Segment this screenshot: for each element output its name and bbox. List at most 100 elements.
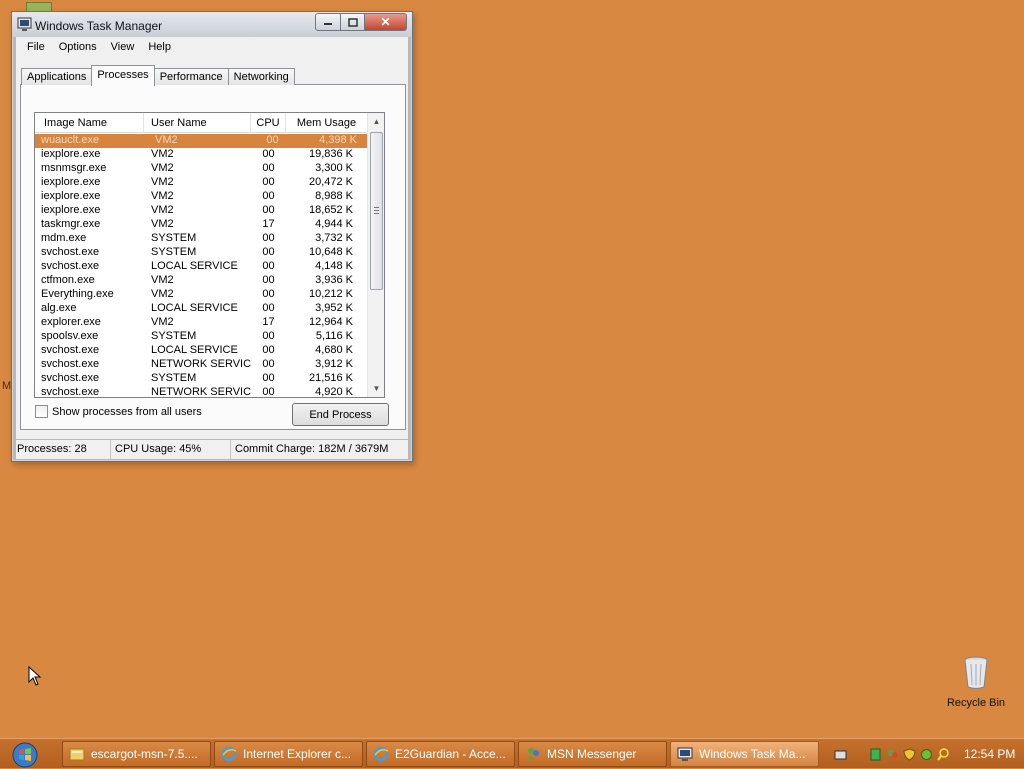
security-icon[interactable] — [920, 748, 933, 761]
tab-networking[interactable]: Networking — [227, 68, 295, 85]
table-row[interactable]: mdm.exe SYSTEM 00 3,732 K — [35, 232, 368, 246]
cell-user-name: VM2 — [151, 162, 174, 174]
show-all-users-option[interactable]: Show processes from all users — [35, 405, 202, 418]
end-process-button[interactable]: End Process — [292, 403, 389, 426]
cell-cpu: 00 — [262, 176, 275, 188]
cell-image-name: mdm.exe — [41, 232, 87, 244]
cell-cpu: 00 — [262, 302, 275, 314]
cell-user-name: SYSTEM — [151, 372, 197, 384]
menu-bar: File Options View Help — [16, 37, 408, 57]
column-mem-usage[interactable]: Mem Usage — [286, 113, 368, 133]
cell-mem-usage: 4,680 K — [315, 344, 353, 356]
taskbar-button-label: Windows Task Ma... — [699, 747, 806, 761]
tab-performance[interactable]: Performance — [153, 68, 229, 85]
table-row[interactable]: iexplore.exe VM2 00 19,836 K — [35, 148, 368, 162]
table-row[interactable]: iexplore.exe VM2 00 20,472 K — [35, 176, 368, 190]
cell-mem-usage: 4,944 K — [315, 218, 353, 230]
table-row[interactable]: svchost.exe NETWORK SERVICE 00 4,920 K — [35, 386, 368, 398]
cell-cpu: 00 — [266, 134, 279, 146]
vertical-scrollbar[interactable]: ▲ ▼ — [367, 113, 384, 397]
taskbar: escargot-msn-7.5.... Internet Explorer c… — [0, 738, 1024, 768]
taskbar-button-internet-explorer[interactable]: Internet Explorer c... — [214, 741, 363, 767]
cell-image-name: svchost.exe — [41, 260, 100, 272]
column-cpu[interactable]: CPU — [251, 113, 286, 133]
table-row[interactable]: msnmsgr.exe VM2 00 3,300 K — [35, 162, 368, 176]
cell-image-name: svchost.exe — [41, 358, 100, 370]
scroll-down-icon[interactable]: ▼ — [368, 380, 384, 397]
table-row[interactable]: svchost.exe SYSTEM 00 21,516 K — [35, 372, 368, 386]
cell-image-name: svchost.exe — [41, 386, 100, 398]
cell-cpu: 00 — [262, 190, 275, 202]
mouse-cursor-icon — [28, 666, 42, 686]
search-icon[interactable] — [937, 747, 950, 761]
cell-user-name: LOCAL SERVICE — [151, 260, 238, 272]
cell-user-name: VM2 — [151, 288, 174, 300]
cell-mem-usage: 4,398 K — [319, 134, 357, 146]
cell-user-name: SYSTEM — [151, 232, 197, 244]
tab-strip: Applications Processes Performance Netwo… — [21, 65, 295, 86]
table-row[interactable]: iexplore.exe VM2 00 8,988 K — [35, 190, 368, 204]
recycle-bin[interactable]: Recycle Bin — [943, 656, 1009, 709]
status-cpu-usage: CPU Usage: 45% — [111, 440, 231, 459]
start-button-icon[interactable] — [10, 741, 40, 769]
table-row[interactable]: Everything.exe VM2 00 10,212 K — [35, 288, 368, 302]
menu-options[interactable]: Options — [52, 41, 104, 53]
menu-view[interactable]: View — [104, 41, 142, 53]
table-row[interactable]: taskmgr.exe VM2 17 4,944 K — [35, 218, 368, 232]
clock[interactable]: 12:54 PM — [964, 747, 1015, 761]
network-icon[interactable] — [869, 748, 882, 761]
cell-image-name: taskmgr.exe — [41, 218, 101, 230]
scroll-up-icon[interactable]: ▲ — [368, 113, 384, 130]
table-row[interactable]: svchost.exe LOCAL SERVICE 00 4,148 K — [35, 260, 368, 274]
maximize-button[interactable] — [341, 13, 365, 31]
close-button[interactable]: ✕ — [365, 13, 407, 31]
menu-help[interactable]: Help — [141, 41, 178, 53]
taskbar-button-task-manager[interactable]: Windows Task Ma... — [670, 741, 819, 767]
table-row[interactable]: svchost.exe SYSTEM 00 10,648 K — [35, 246, 368, 260]
cell-image-name: iexplore.exe — [41, 204, 101, 216]
cell-cpu: 00 — [262, 386, 275, 398]
taskbar-button-e2guardian[interactable]: E2Guardian - Acce... — [366, 741, 515, 767]
cell-mem-usage: 21,516 K — [308, 372, 353, 384]
process-rows: wuauclt.exe VM2 00 4,398 K iexplore.exe VM2 00… — [35, 134, 368, 398]
table-row[interactable]: explorer.exe VM2 17 12,964 K — [35, 316, 368, 330]
cell-mem-usage: 19,836 K — [308, 148, 353, 160]
cell-image-name: spoolsv.exe — [41, 330, 99, 342]
tab-applications[interactable]: Applications — [21, 68, 93, 85]
taskbar-button-escargot[interactable]: escargot-msn-7.5.... — [62, 741, 211, 767]
cell-cpu: 00 — [262, 232, 275, 244]
window-title: Windows Task Manager — [35, 19, 163, 33]
cell-cpu: 00 — [262, 246, 275, 258]
column-user-name[interactable]: User Name — [144, 113, 251, 133]
minimize-icon — [324, 23, 332, 25]
cell-user-name: VM2 — [155, 134, 178, 146]
table-row[interactable]: svchost.exe NETWORK SERVICE 00 3,912 K — [35, 358, 368, 372]
recycle-bin-label: Recycle Bin — [946, 697, 1006, 709]
minimize-button[interactable] — [315, 13, 341, 31]
table-row[interactable]: wuauclt.exe VM2 00 4,398 K — [35, 134, 368, 148]
cell-image-name: Everything.exe — [41, 288, 114, 300]
column-image-name[interactable]: Image Name — [35, 113, 144, 133]
table-row[interactable]: svchost.exe LOCAL SERVICE 00 4,680 K — [35, 344, 368, 358]
table-row[interactable]: ctfmon.exe VM2 00 3,936 K — [35, 274, 368, 288]
show-all-users-checkbox[interactable] — [35, 405, 48, 418]
taskbar-button-msn-messenger[interactable]: MSN Messenger — [518, 741, 667, 767]
cell-cpu: 17 — [262, 316, 275, 328]
cell-mem-usage: 8,988 K — [315, 190, 353, 202]
title-bar[interactable]: Windows Task Manager ✕ — [12, 12, 412, 37]
table-row[interactable]: iexplore.exe VM2 00 18,652 K — [35, 204, 368, 218]
shield-icon[interactable] — [903, 747, 916, 761]
scroll-thumb[interactable] — [370, 132, 383, 290]
msn-icon — [527, 748, 539, 760]
keyboard-icon[interactable] — [834, 748, 847, 761]
table-row[interactable]: spoolsv.exe SYSTEM 00 5,116 K — [35, 330, 368, 344]
cell-mem-usage: 3,912 K — [315, 358, 353, 370]
ie-icon — [221, 746, 237, 762]
cell-image-name: iexplore.exe — [41, 176, 101, 188]
tab-processes[interactable]: Processes — [91, 65, 155, 86]
table-row[interactable]: alg.exe LOCAL SERVICE 00 3,952 K — [35, 302, 368, 316]
menu-file[interactable]: File — [20, 41, 52, 53]
cell-mem-usage: 5,116 K — [315, 330, 353, 342]
msn-tray-icon[interactable] — [886, 748, 899, 761]
process-list[interactable]: Image Name User Name CPU Mem Usage wuauc… — [34, 112, 385, 398]
